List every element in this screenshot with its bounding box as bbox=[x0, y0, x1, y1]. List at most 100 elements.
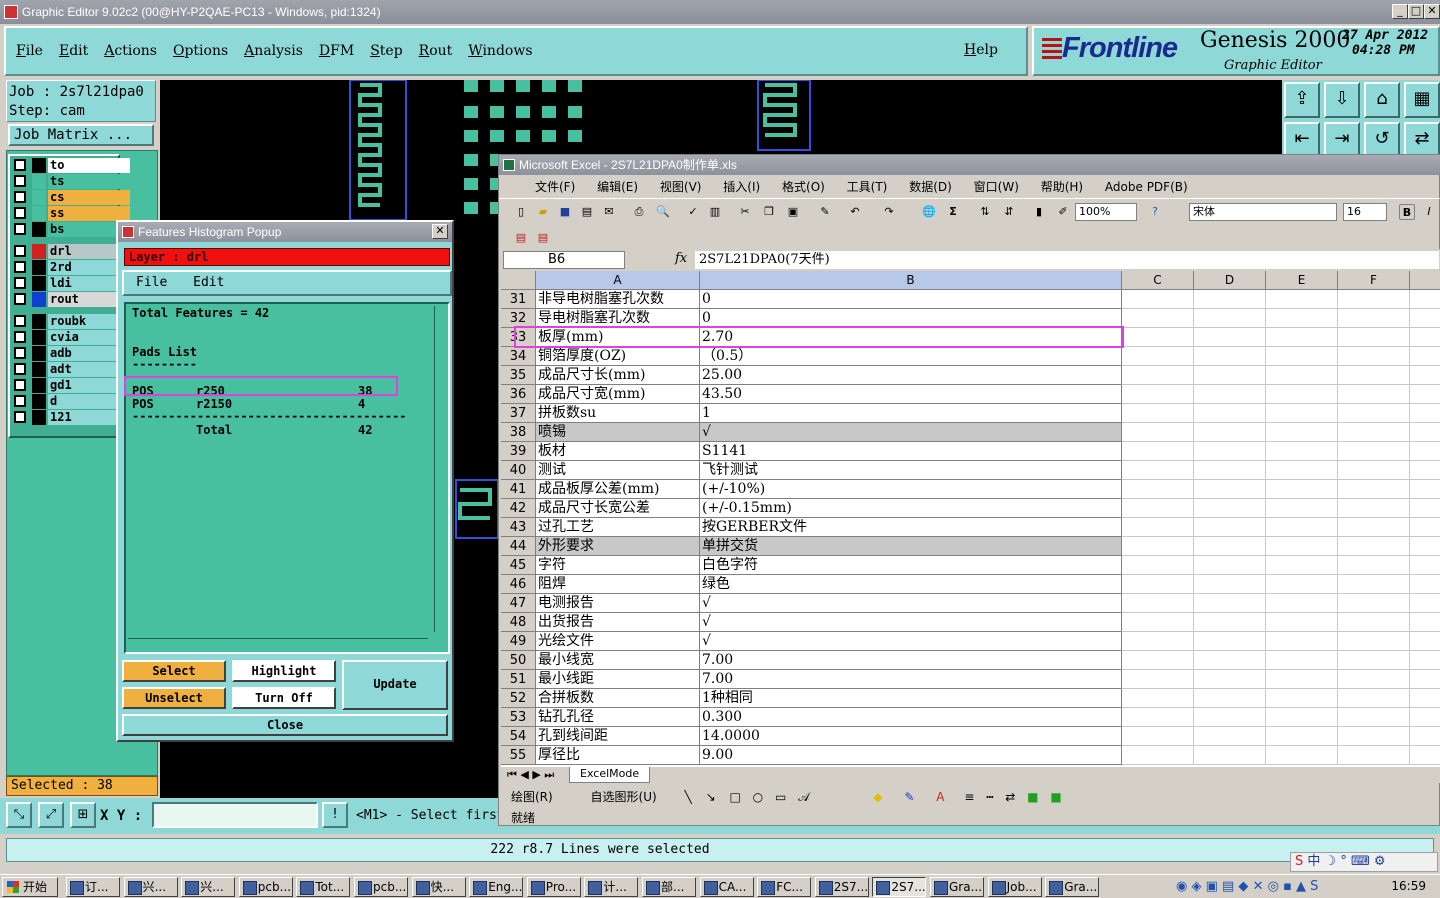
row-header[interactable]: 54 bbox=[501, 727, 536, 746]
cell-empty[interactable] bbox=[1194, 727, 1266, 746]
cell-empty[interactable] bbox=[1194, 746, 1266, 765]
cell-empty[interactable] bbox=[1122, 423, 1194, 442]
cell-empty[interactable] bbox=[1410, 708, 1440, 727]
cell-empty[interactable] bbox=[1410, 290, 1440, 309]
menu-rout[interactable]: Rout bbox=[419, 43, 453, 59]
turn-off-button[interactable]: Turn Off bbox=[232, 687, 336, 709]
cell-empty[interactable] bbox=[1338, 461, 1410, 480]
column-header-b[interactable]: B bbox=[700, 271, 1122, 290]
cell-empty[interactable] bbox=[1338, 594, 1410, 613]
shadow-icon[interactable]: ■ bbox=[1027, 790, 1038, 804]
column-header-e[interactable]: E bbox=[1266, 271, 1338, 290]
cell-empty[interactable] bbox=[1410, 309, 1440, 328]
font-color-icon[interactable]: A bbox=[936, 790, 944, 804]
cell-a[interactable]: 阻焊 bbox=[536, 575, 700, 594]
cell-empty[interactable] bbox=[1266, 404, 1338, 423]
cell-a[interactable]: 厚径比 bbox=[536, 746, 700, 765]
line-icon[interactable]: ╲ bbox=[685, 790, 692, 804]
zoom-select[interactable]: 100% bbox=[1075, 203, 1137, 221]
row-header[interactable]: 34 bbox=[501, 347, 536, 366]
help-icon[interactable]: ? bbox=[1147, 204, 1163, 220]
popup-menu-file[interactable]: File bbox=[136, 275, 167, 290]
cell-empty[interactable] bbox=[1122, 309, 1194, 328]
cell-empty[interactable] bbox=[1122, 480, 1194, 499]
cell-a[interactable]: 光绘文件 bbox=[536, 632, 700, 651]
cell-empty[interactable] bbox=[1266, 499, 1338, 518]
close-button[interactable]: ✕ bbox=[1424, 4, 1440, 19]
convert-pdf-icon[interactable]: ▤ bbox=[513, 230, 529, 246]
cell-b[interactable]: 0.300 bbox=[700, 708, 1122, 727]
grid-icon[interactable]: ⊞ bbox=[70, 802, 96, 828]
cell-a[interactable]: 字符 bbox=[536, 556, 700, 575]
zoom-area-icon[interactable]: ⤡ bbox=[6, 802, 32, 828]
row-header[interactable]: 41 bbox=[501, 480, 536, 499]
cell-a[interactable]: 合拼板数 bbox=[536, 689, 700, 708]
taskbar-item[interactable]: Eng... bbox=[469, 877, 524, 897]
undo-icon[interactable]: ↶ bbox=[847, 204, 863, 220]
hyperlink-icon[interactable]: 🌐 bbox=[921, 204, 937, 220]
layer-row-to[interactable]: to bbox=[12, 158, 130, 173]
permission-icon[interactable]: ▤ bbox=[579, 204, 595, 220]
cell-empty[interactable] bbox=[1266, 708, 1338, 727]
layer-checkbox[interactable] bbox=[14, 207, 26, 219]
open-icon[interactable]: ▰ bbox=[535, 204, 551, 220]
email-icon[interactable]: ✉ bbox=[601, 204, 617, 220]
cell-empty[interactable] bbox=[1122, 499, 1194, 518]
cell-empty[interactable] bbox=[1266, 575, 1338, 594]
cell-empty[interactable] bbox=[1194, 708, 1266, 727]
layer-row-ldi[interactable]: ldi bbox=[12, 276, 130, 291]
bold-icon[interactable]: B bbox=[1399, 204, 1415, 220]
copy-icon[interactable]: ❐ bbox=[761, 204, 777, 220]
row-header[interactable]: 50 bbox=[501, 651, 536, 670]
cell-empty[interactable] bbox=[1410, 632, 1440, 651]
cell-empty[interactable] bbox=[1338, 404, 1410, 423]
menu-actions[interactable]: Actions bbox=[104, 43, 157, 59]
cell-empty[interactable] bbox=[1122, 461, 1194, 480]
layer-row-roubk[interactable]: roubk bbox=[12, 314, 130, 329]
column-header-g[interactable] bbox=[1410, 271, 1440, 290]
cell-empty[interactable] bbox=[1194, 689, 1266, 708]
tool-right-icon[interactable]: ⇥ bbox=[1324, 122, 1360, 158]
excel-menu-data[interactable]: 数据(D) bbox=[909, 180, 952, 194]
tray-icons[interactable]: ◉ ◈ ▣ ▤ ◆ ✕ ◎ ▪ ▲ S bbox=[1176, 879, 1318, 894]
layer-checkbox[interactable] bbox=[14, 223, 26, 235]
taskbar-item[interactable]: 订... bbox=[66, 877, 120, 897]
excel-menu-help[interactable]: 帮助(H) bbox=[1041, 180, 1083, 194]
row-header[interactable]: 53 bbox=[501, 708, 536, 727]
sheet-tab-excelmode[interactable]: ExcelMode bbox=[569, 767, 651, 783]
cell-empty[interactable] bbox=[1338, 670, 1410, 689]
cell-b[interactable]: 43.50 bbox=[700, 385, 1122, 404]
row-header[interactable]: 51 bbox=[501, 670, 536, 689]
layer-checkbox[interactable] bbox=[14, 395, 26, 407]
cell-empty[interactable] bbox=[1194, 575, 1266, 594]
cell-a[interactable]: 铜箔厚度(OZ) bbox=[536, 347, 700, 366]
cell-empty[interactable] bbox=[1122, 651, 1194, 670]
cell-empty[interactable] bbox=[1338, 366, 1410, 385]
unselect-button[interactable]: Unselect bbox=[122, 687, 226, 709]
excel-menu-window[interactable]: 窗口(W) bbox=[974, 180, 1019, 194]
menu-help[interactable]: Help bbox=[964, 42, 998, 58]
cell-empty[interactable] bbox=[1410, 366, 1440, 385]
font-name-select[interactable]: 宋体 bbox=[1189, 203, 1337, 221]
cell-a[interactable]: 钻孔孔径 bbox=[536, 708, 700, 727]
update-button[interactable]: Update bbox=[342, 660, 448, 710]
row-header[interactable]: 47 bbox=[501, 594, 536, 613]
cell-empty[interactable] bbox=[1122, 404, 1194, 423]
cell-empty[interactable] bbox=[1122, 689, 1194, 708]
menu-step[interactable]: Step bbox=[370, 43, 402, 59]
cell-empty[interactable] bbox=[1194, 328, 1266, 347]
taskbar-item[interactable]: 快... bbox=[411, 877, 466, 897]
cell-empty[interactable] bbox=[1122, 708, 1194, 727]
popup-menu-edit[interactable]: Edit bbox=[193, 275, 224, 290]
tool-upload-icon[interactable]: ⇪ bbox=[1284, 82, 1320, 118]
cell-empty[interactable] bbox=[1338, 328, 1410, 347]
oval-icon[interactable]: ○ bbox=[753, 790, 763, 804]
3d-icon[interactable]: ■ bbox=[1050, 790, 1061, 804]
cell-empty[interactable] bbox=[1122, 518, 1194, 537]
layer-row-rout[interactable]: rout bbox=[12, 292, 130, 307]
layer-row-adt[interactable]: adt bbox=[12, 362, 130, 377]
taskbar-item[interactable]: FC... bbox=[757, 877, 812, 897]
cell-empty[interactable] bbox=[1122, 746, 1194, 765]
format-painter-icon[interactable]: ✎ bbox=[817, 204, 833, 220]
cell-a[interactable]: 板材 bbox=[536, 442, 700, 461]
